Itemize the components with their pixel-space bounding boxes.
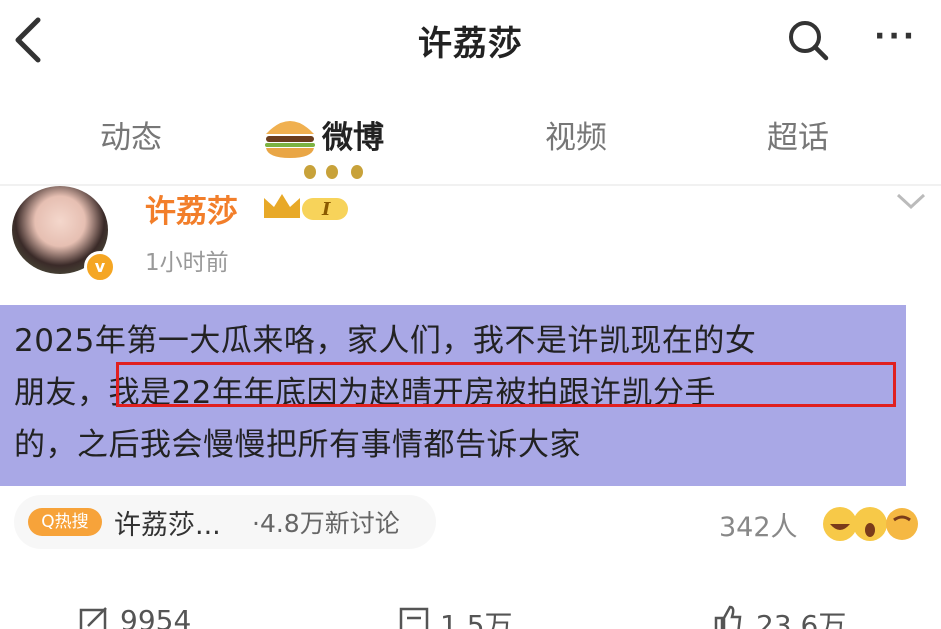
tab-weibo[interactable]: 微博 — [322, 112, 384, 157]
top-bar: 许荔莎 ··· — [0, 0, 941, 80]
repost-icon[interactable] — [78, 604, 110, 629]
post-line-2-start: 朋友， — [14, 375, 109, 411]
verified-badge: v — [84, 251, 116, 283]
topic-name: 许荔莎... — [114, 510, 221, 541]
annotation-box — [116, 362, 896, 407]
tab-video[interactable]: 视频 — [545, 112, 607, 157]
burger-icon — [265, 121, 315, 158]
like-count[interactable]: 23.6万 — [756, 604, 846, 629]
author-name[interactable]: 许荔莎 — [145, 186, 238, 231]
post-line-1: 2025年第一大瓜来咯，家人们，我不是许凯现在的女 — [14, 323, 757, 359]
comment-icon[interactable] — [398, 604, 430, 629]
divider — [0, 184, 941, 186]
decoration-icon — [304, 165, 363, 179]
more-button[interactable]: ··· — [874, 22, 924, 52]
hot-topic-chip[interactable]: Q热搜 许荔莎... ·4.8万新讨论 — [14, 495, 436, 549]
action-bar: 9954 1.5万 23.6万 — [0, 596, 941, 629]
search-icon[interactable] — [786, 18, 830, 62]
emoji-reactions-icon[interactable] — [822, 500, 922, 546]
hot-search-badge: Q热搜 — [28, 508, 102, 536]
topic-discussion: ·4.8万新讨论 — [252, 509, 400, 538]
repost-count[interactable]: 9954 — [120, 604, 191, 629]
like-icon[interactable] — [712, 604, 744, 629]
profile-tabs: 动态 微博 视频 超话 — [0, 92, 941, 184]
tab-supertopic[interactable]: 超话 — [767, 112, 829, 157]
crown-level-icon: I — [264, 194, 348, 220]
tab-dongtai[interactable]: 动态 — [100, 112, 162, 157]
reaction-count[interactable]: 342人 — [719, 505, 798, 544]
post-content: 2025年第一大瓜来咯，家人们，我不是许凯现在的女 朋友，我是22年年底因为赵晴… — [0, 305, 906, 486]
post-line-3: 的，之后我会慢慢把所有事情都告诉大家 — [14, 427, 581, 463]
chevron-down-icon[interactable] — [896, 192, 926, 210]
post-time: 1小时前 — [145, 250, 229, 276]
level-label: I — [321, 199, 331, 220]
comment-count[interactable]: 1.5万 — [440, 604, 513, 629]
